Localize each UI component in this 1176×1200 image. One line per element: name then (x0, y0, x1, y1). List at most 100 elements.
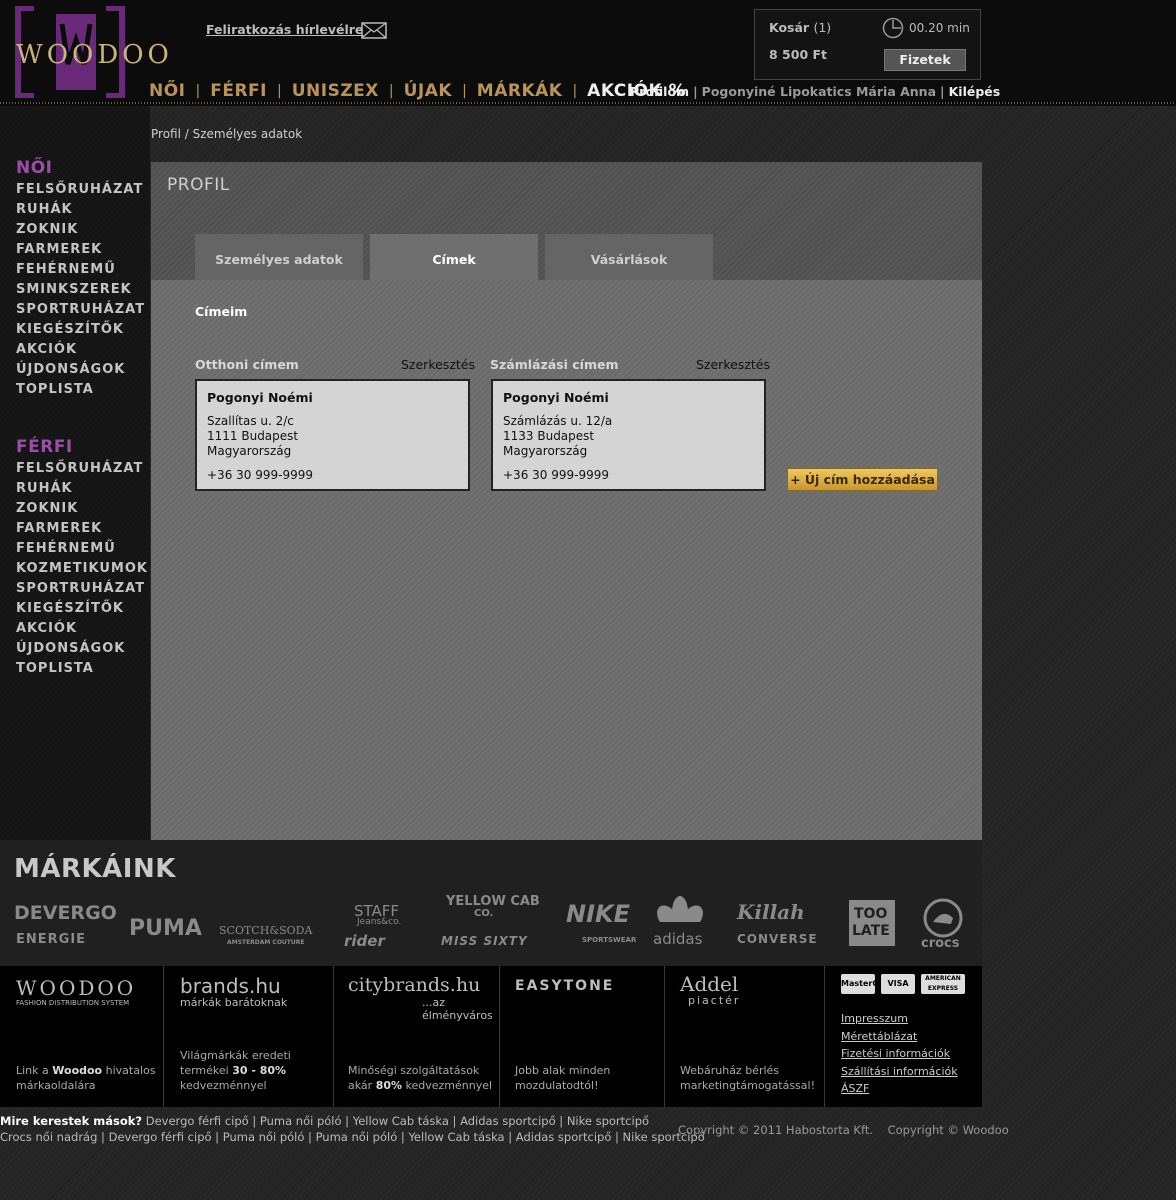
user-navigation: Profilom | Pogonyiné Lipokatics Mária Anna… (630, 84, 1001, 99)
brand-logo-yellow-cab[interactable]: YELLOW CAB (446, 894, 540, 909)
newsletter-link[interactable]: Feliratkozás hírlevélre (206, 22, 363, 37)
footer-col-brands-hu[interactable]: brands.hu márkák barátoknak Világmárkák … (164, 966, 334, 1107)
search-link[interactable]: Devergo férfi cipő (146, 1114, 249, 1128)
footer-link-size-chart[interactable]: Mérettáblázat (841, 1028, 958, 1046)
footer-col-citybrands[interactable]: citybrands.hu ...az élményváros Minőségi… (334, 966, 500, 1107)
footer-link-payment-info[interactable]: Fizetési információk (841, 1045, 958, 1063)
sidebar-item[interactable]: ÚJDONSÁGOK (16, 360, 145, 380)
search-link[interactable]: Puma női póló (223, 1130, 305, 1144)
men-category-title[interactable]: FÉRFI (16, 437, 148, 457)
footer-brandshu-logo: brands.hu (180, 974, 281, 998)
envelope-icon[interactable] (361, 22, 387, 39)
brand-logo-scotch-soda[interactable]: SCOTCH&SODA (219, 924, 312, 937)
footer-addel-desc: Webáruház bérlés marketingtámogatással! (680, 1064, 815, 1092)
sidebar-item[interactable]: SMINKSZEREK (16, 280, 145, 300)
breadcrumb[interactable]: Profil / Személyes adatok (151, 127, 302, 141)
footer-col-easytone[interactable]: EASYTONE Jobb alak minden mozdulatodtól! (500, 966, 665, 1107)
profile-link[interactable]: Profilom (630, 84, 689, 99)
brand-logo-energie[interactable]: ENERGIE (16, 932, 86, 947)
tab-personal-data[interactable]: Személyes adatok (195, 234, 363, 280)
sidebar-item[interactable]: KIEGÉSZÍTŐK (16, 599, 148, 619)
too-late-logo-box[interactable]: TOO LATE (849, 900, 895, 946)
footer-brandshu-sub: márkák barátoknak (180, 996, 288, 1009)
home-address-edit-link[interactable]: Szerkesztés (401, 357, 475, 372)
add-address-button[interactable]: + Új cím hozzáadása (787, 468, 938, 491)
nav-men[interactable]: FÉRFI (210, 81, 267, 101)
search-link[interactable]: Adidas sportcipő (460, 1114, 556, 1128)
sidebar-item[interactable]: FELSŐRUHÁZAT (16, 459, 148, 479)
popular-searches-label: Mire kerestek mások? (0, 1114, 143, 1128)
nav-women[interactable]: NŐI (149, 81, 186, 101)
sidebar-item[interactable]: KOZMETIKUMOK (16, 559, 148, 579)
brand-logo-killah[interactable]: Killah (737, 900, 805, 924)
footer-link-impressum[interactable]: Impresszum (841, 1010, 958, 1028)
search-link[interactable]: Puma női póló (316, 1130, 398, 1144)
search-link[interactable]: Crocs női nadrág (0, 1130, 97, 1144)
search-link[interactable]: Devergo férfi cipő (109, 1130, 212, 1144)
brand-logo-devergo[interactable]: DEVERGO (14, 902, 117, 924)
footer-brandshu-desc: Világmárkák eredeti termékei 30 - 80% ke… (180, 1049, 291, 1092)
sidebar-item[interactable]: ZOKNIK (16, 499, 148, 519)
brand-logo-rider[interactable]: rider (344, 932, 385, 950)
tab-purchases[interactable]: Vásárlások (545, 234, 713, 280)
search-link[interactable]: Puma női póló (260, 1114, 342, 1128)
footer-info-links: Impresszum Mérettáblázat Fizetési inform… (841, 1010, 958, 1098)
user-name[interactable]: Pogonyiné Lipokatics Mária Anna (702, 84, 936, 99)
address-street: Számlázás u. 12/a (503, 414, 613, 428)
address-city: 1111 Budapest (207, 429, 299, 443)
sidebar-item[interactable]: FELSŐRUHÁZAT (16, 180, 145, 200)
sidebar-item[interactable]: ZOKNIK (16, 220, 145, 240)
sidebar-item[interactable]: FEHÉRNEMŰ (16, 260, 145, 280)
footer-link-terms[interactable]: ÁSZF (841, 1080, 958, 1098)
checkout-button[interactable]: Fizetek (884, 49, 966, 71)
sidebar-item[interactable]: RUHÁK (16, 479, 148, 499)
header-divider (0, 102, 1176, 104)
sidebar-item[interactable]: SPORTRUHÁZAT (16, 300, 145, 320)
search-link[interactable]: Yellow Cab táska (353, 1114, 449, 1128)
tab-addresses[interactable]: Címek (370, 234, 538, 280)
sidebar-item[interactable]: FARMEREK (16, 240, 145, 260)
sidebar-item[interactable]: AKCIÓK (16, 340, 145, 360)
brand-logo-nike-sub[interactable]: SPORTSWEAR (582, 936, 636, 944)
woodoo-logo[interactable]: WOODOO (14, 5, 169, 99)
brand-logo-miss-sixty[interactable]: MISS SIXTY (441, 934, 528, 948)
footer-link-shipping-info[interactable]: Szállítási információk (841, 1063, 958, 1081)
nav-brands[interactable]: MÁRKÁK (477, 81, 563, 101)
sidebar-item[interactable]: RUHÁK (16, 200, 145, 220)
section-title: Címeim (195, 304, 248, 319)
search-link[interactable]: Yellow Cab táska (408, 1130, 504, 1144)
address-country: Magyarország (503, 444, 588, 458)
sidebar-item[interactable]: ÚJDONSÁGOK (16, 639, 148, 659)
brand-logo-converse[interactable]: CONVERSE (737, 932, 818, 946)
search-link[interactable]: Adidas sportcipő (516, 1130, 612, 1144)
sidebar-item[interactable]: SPORTRUHÁZAT (16, 579, 148, 599)
brand-logo-puma[interactable]: PUMA (129, 916, 202, 941)
copyright: Copyright © 2011 Habostorta Kft. Copyrig… (678, 1123, 1009, 1137)
sidebar-item[interactable]: FEHÉRNEMŰ (16, 539, 148, 559)
sidebar-item[interactable]: TOPLISTA (16, 659, 148, 679)
billing-address-edit-link[interactable]: Szerkesztés (696, 357, 770, 372)
brand-logo-yellow-cab-co[interactable]: CO. (474, 908, 493, 919)
footer-citybrands-logo: citybrands.hu (348, 974, 481, 996)
sidebar-item[interactable]: AKCIÓK (16, 619, 148, 639)
search-link[interactable]: Nike sportcipő (567, 1114, 649, 1128)
logout-link[interactable]: Kilépés (949, 84, 1001, 99)
brand-logo-adidas[interactable]: adidas (653, 930, 702, 948)
brand-logo-scotch-soda-sub[interactable]: AMSTERDAM COUTURE (227, 939, 305, 946)
brand-logo-nike[interactable]: NIKE (566, 900, 630, 928)
page-title: PROFIL (167, 175, 230, 195)
brand-logo-staff-sub[interactable]: Jeans&co. (357, 917, 401, 927)
sidebar-item[interactable]: TOPLISTA (16, 380, 145, 400)
nav-unisex[interactable]: UNISZEX (292, 81, 379, 101)
brand-logo-crocs[interactable]: crocs (921, 936, 960, 951)
women-category: NŐI FELSŐRUHÁZAT RUHÁK ZOKNIK FARMEREK F… (16, 158, 145, 400)
women-category-title[interactable]: NŐI (16, 158, 145, 178)
sidebar-item[interactable]: FARMEREK (16, 519, 148, 539)
site-header: WOODOO Feliratkozás hírlevélre Kosár (1)… (0, 0, 1176, 106)
sidebar-item[interactable]: KIEGÉSZÍTŐK (16, 320, 145, 340)
footer-col-woodoo[interactable]: WOODOO FASHION DISTRIBUTION SYSTEM Link … (0, 966, 164, 1107)
nav-new[interactable]: ÚJAK (404, 81, 452, 101)
footer-col-addel[interactable]: Addel piactér Webáruház bérlés marketing… (665, 966, 825, 1107)
footer-col-info: MasterCard VISA AMERICAN EXPRESS Impress… (825, 966, 982, 1107)
cart-title[interactable]: Kosár (1) (769, 20, 831, 35)
